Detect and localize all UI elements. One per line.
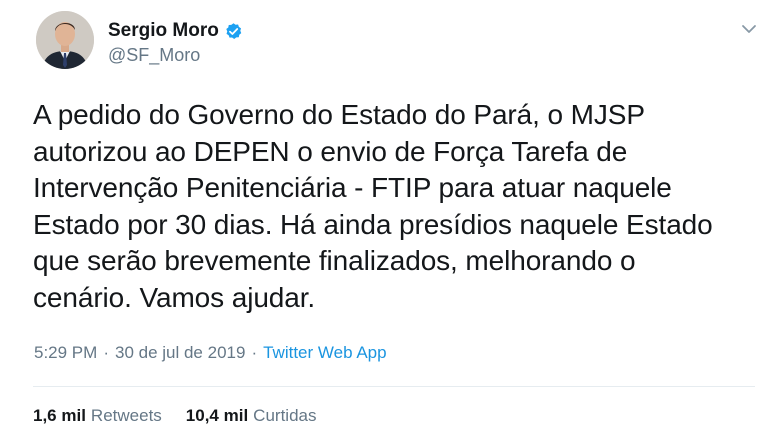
likes-count: 10,4 mil	[185, 406, 249, 425]
display-name[interactable]: Sergio Moro	[108, 20, 219, 42]
tweet-text: A pedido do Governo do Estado do Pará, o…	[33, 99, 713, 313]
retweets-stat[interactable]: 1,6 mil Retweets	[33, 406, 162, 426]
retweets-count: 1,6 mil	[33, 406, 86, 425]
tweet-stats: 1,6 mil Retweets 10,4 mil Curtidas	[33, 406, 340, 426]
meta-separator: ·	[103, 343, 109, 362]
retweets-label: Retweets	[90, 406, 162, 425]
chevron-down-icon[interactable]	[741, 22, 757, 34]
tweet-card: Sergio Moro @SF_Moro A pedido do Governo…	[0, 0, 765, 431]
verified-badge-icon	[224, 22, 243, 41]
tweet-meta: 5:29 PM · 30 de jul de 2019 · Twitter We…	[34, 343, 387, 363]
meta-separator: ·	[251, 343, 258, 362]
tweet-date[interactable]: 30 de jul de 2019	[115, 343, 245, 363]
tweet-time[interactable]: 5:29 PM	[34, 343, 97, 363]
avatar-photo-icon	[36, 11, 94, 69]
tweet-source-link[interactable]: Twitter Web App	[263, 343, 386, 363]
handle[interactable]: @SF_Moro	[108, 45, 200, 66]
likes-label: Curtidas	[253, 406, 317, 425]
author-row: Sergio Moro	[108, 18, 243, 44]
divider	[33, 386, 755, 387]
avatar[interactable]	[36, 11, 94, 69]
likes-stat[interactable]: 10,4 mil Curtidas	[186, 406, 317, 426]
